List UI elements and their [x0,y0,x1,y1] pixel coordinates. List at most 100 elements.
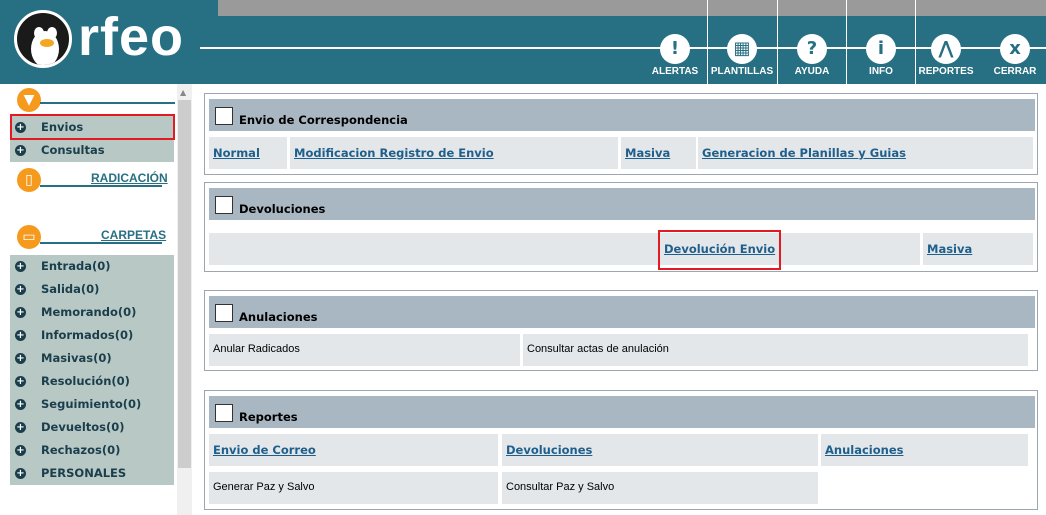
ayuda-label: AYUDA [794,66,830,77]
chevron-down-icon[interactable]: ▼ [17,88,41,112]
generacion-planillas-link[interactable]: Generacion de Planillas y Guias [702,146,906,160]
reportes-panel-title: Reportes [239,410,298,424]
close-icon: x [1000,34,1030,64]
radicacion-link[interactable]: RADICACIÓN [91,171,168,185]
sidebar-item-consultas[interactable]: + Consultas [10,139,174,162]
info-label: INFO [869,66,893,77]
scroll-up-icon[interactable]: ▲ [180,88,186,97]
anulaciones-panel: Anulaciones Anular Radicados Consultar a… [204,290,1038,371]
info-icon: i [866,34,896,64]
alert-icon: ! [660,34,690,64]
normal-link[interactable]: Normal [213,146,260,160]
sidebar-item-memorando[interactable]: + Memorando(0) [10,301,174,324]
plus-icon: + [15,399,26,410]
generar-paz-salvo-text[interactable]: Generar Paz y Salvo [213,481,315,493]
header-bar: rfeo ! ALERTAS ▦ PLANTILLAS ? AYUDA i IN… [0,0,1046,84]
alertas-button[interactable]: ! ALERTAS [643,34,707,77]
reportes-devoluciones-cell: Devoluciones [502,434,818,466]
plus-icon: + [15,468,26,479]
envio-modificacion-cell: Modificacion Registro de Envio [290,137,618,169]
sidebar-item-label: Resolución(0) [41,374,130,388]
reportes-devoluciones-link[interactable]: Devoluciones [506,443,592,457]
logo-text: rfeo [78,7,185,67]
consultar-paz-salvo-cell[interactable]: Consultar Paz y Salvo [502,472,818,504]
sidebar-item-personales[interactable]: + PERSONALES [10,462,174,485]
plus-icon: + [15,422,26,433]
consultar-actas-cell[interactable]: Consultar actas de anulación [523,334,1028,366]
help-icon: ? [797,34,827,64]
sidebar-item-resolucion[interactable]: + Resolución(0) [10,370,174,393]
sidebar-divider [40,102,175,104]
sidebar-item-label: Masivas(0) [41,351,112,365]
envio-masiva-cell: Masiva [621,137,696,169]
carpetas-menu: + Entrada(0) + Salida(0) + Memorando(0) + In… [10,255,174,485]
devoluciones-empty-cell [209,233,659,265]
sidebar-divider [40,185,162,187]
bar-chart-icon [215,404,233,422]
template-icon: ▦ [727,34,757,64]
sidebar-item-salida[interactable]: + Salida(0) [10,278,174,301]
sidebar-item-rechazos[interactable]: + Rechazos(0) [10,439,174,462]
sidebar-item-label: Salida(0) [41,282,100,296]
reportes-panel-header: Reportes [209,396,1035,428]
devoluciones-panel: Devoluciones Devolución Envio Masiva [204,182,1038,272]
devolucion-envio-highlight [658,230,781,270]
consultar-paz-salvo-text[interactable]: Consultar Paz y Salvo [506,481,614,493]
plus-icon: + [15,445,26,456]
header-separator [846,0,847,84]
sidebar-item-label: Memorando(0) [41,305,137,319]
anular-radicados-text[interactable]: Anular Radicados [213,343,300,355]
plantillas-button[interactable]: ▦ PLANTILLAS [710,34,774,77]
reportes-panel: Reportes Envio de Correo Devoluciones An… [204,390,1038,510]
sidebar-item-informados[interactable]: + Informados(0) [10,324,174,347]
consultar-actas-text[interactable]: Consultar actas de anulación [527,343,669,355]
anular-radicados-cell[interactable]: Anular Radicados [209,334,520,366]
reportes-anulaciones-cell: Anulaciones [821,434,1028,466]
envio-correo-link[interactable]: Envio de Correo [213,443,316,457]
header-separator [777,0,778,84]
masiva-link[interactable]: Masiva [625,146,670,160]
reportes-button[interactable]: ⋀ REPORTES [914,34,978,77]
sidebar-item-masivas[interactable]: + Masivas(0) [10,347,174,370]
info-button[interactable]: i INFO [849,34,913,77]
folder-icon: ▭ [17,225,41,249]
scrollbar-thumb[interactable] [178,100,191,468]
envio-planillas-cell: Generacion de Planillas y Guias [698,137,1033,169]
carpetas-link[interactable]: CARPETAS [101,228,166,242]
sidebar-item-devueltos[interactable]: + Devueltos(0) [10,416,174,439]
sidebar-scrollbar[interactable]: ▲ [177,84,192,515]
sidebar-item-label: PERSONALES [41,466,127,480]
plus-icon: + [15,284,26,295]
plantillas-label: PLANTILLAS [710,66,774,77]
modificacion-registro-link[interactable]: Modificacion Registro de Envio [294,146,494,160]
reportes-anulaciones-link[interactable]: Anulaciones [825,443,903,457]
header-top-strip [218,0,1046,16]
sidebar-item-label: Rechazos(0) [41,443,121,457]
document-icon: ▯ [17,168,41,192]
ayuda-button[interactable]: ? AYUDA [780,34,844,77]
plus-icon: + [15,145,26,156]
envio-panel: Envio de Correspondencia Normal Modifica… [204,93,1038,175]
devoluciones-masiva-cell: Masiva [923,233,1033,265]
devoluciones-panel-header: Devoluciones [209,188,1035,220]
sidebar-item-label: Entrada(0) [41,259,111,273]
sidebar-item-label: Consultas [41,143,105,157]
sidebar-item-entrada[interactable]: + Entrada(0) [10,255,174,278]
generar-paz-salvo-cell[interactable]: Generar Paz y Salvo [209,472,498,504]
cerrar-label: CERRAR [993,66,1037,77]
envio-panel-header: Envio de Correspondencia [209,99,1035,131]
plus-icon: + [15,330,26,341]
plus-icon: + [15,307,26,318]
envio-panel-title: Envio de Correspondencia [239,113,408,127]
devoluciones-masiva-link[interactable]: Masiva [927,242,972,256]
sidebar-divider [40,242,162,244]
plus-icon: + [15,261,26,272]
anulaciones-panel-header: Anulaciones [209,296,1035,328]
sidebar-item-seguimiento[interactable]: + Seguimiento(0) [10,393,174,416]
cerrar-button[interactable]: x CERRAR [984,34,1046,77]
alertas-label: ALERTAS [651,66,699,77]
return-icon [215,196,233,214]
plus-icon: + [15,376,26,387]
sidebar-item-label: Devueltos(0) [41,420,125,434]
sidebar: ▼ + Envios + Consultas ▯ RADICACIÓN ▭ CA… [0,84,176,515]
